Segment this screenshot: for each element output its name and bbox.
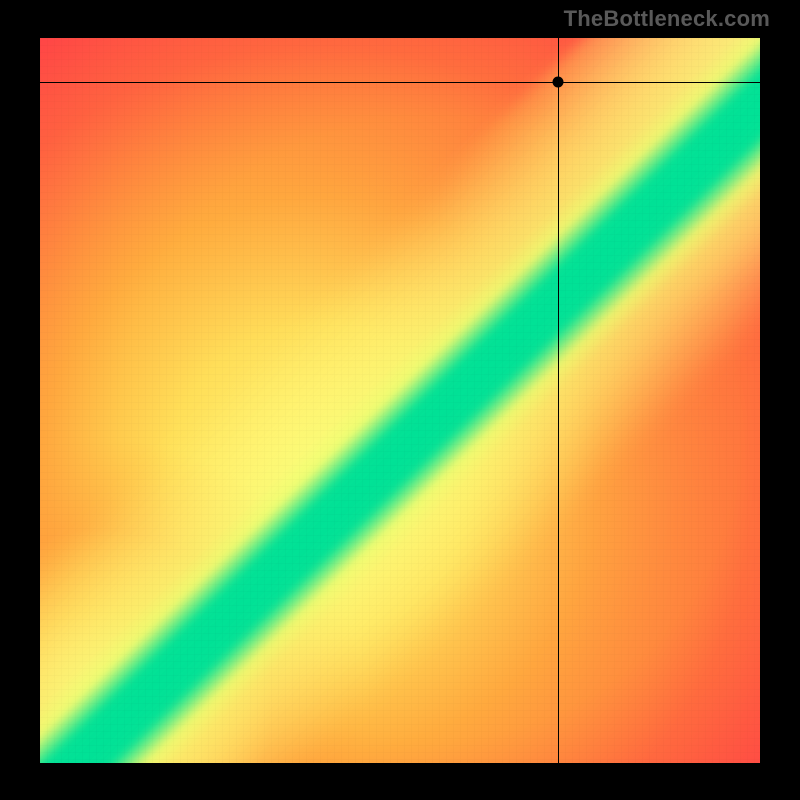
crosshair-horizontal <box>40 82 760 83</box>
chart-frame: TheBottleneck.com <box>0 0 800 800</box>
heatmap-plot <box>40 38 760 763</box>
watermark-text: TheBottleneck.com <box>564 6 770 32</box>
crosshair-vertical <box>558 38 559 763</box>
marker-dot <box>553 76 564 87</box>
